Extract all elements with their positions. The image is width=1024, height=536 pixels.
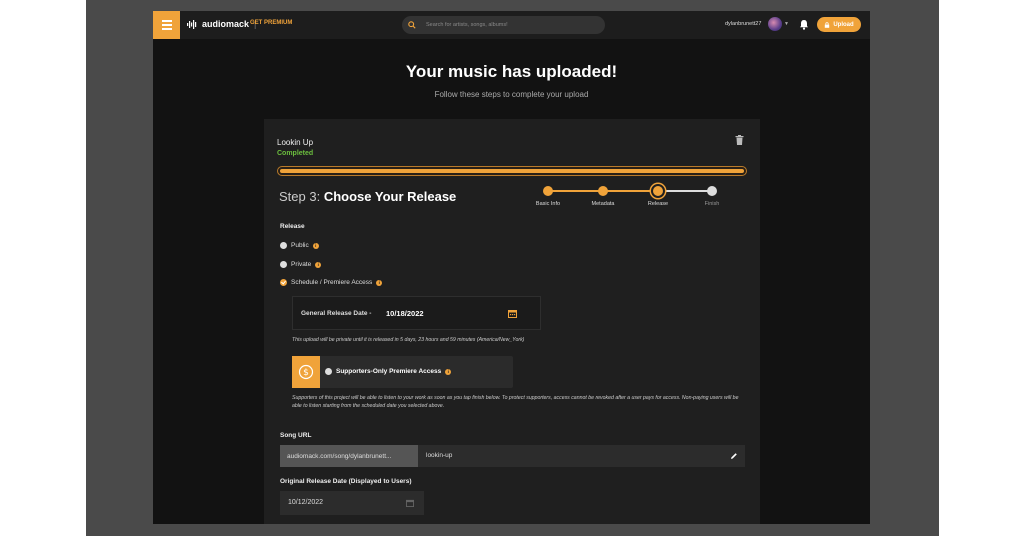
hamburger-icon bbox=[161, 19, 172, 31]
stepper-line bbox=[603, 190, 658, 192]
dollar-coin-icon: $ bbox=[298, 364, 314, 380]
search-icon bbox=[408, 21, 416, 29]
step-label: Finish bbox=[704, 201, 720, 207]
private-radio[interactable] bbox=[280, 261, 287, 268]
step-dot-finish[interactable] bbox=[707, 186, 717, 196]
general-release-date-input[interactable]: 10/18/2022 bbox=[386, 309, 424, 318]
step-label: Metadata bbox=[591, 201, 615, 207]
public-label: Public bbox=[291, 242, 309, 249]
upload-progress-bar bbox=[277, 166, 747, 176]
step-dot-release[interactable] bbox=[651, 184, 665, 198]
info-icon[interactable]: i bbox=[376, 279, 383, 286]
track-name: Lookin Up bbox=[277, 138, 314, 147]
page-subtitle: Follow these steps to complete your uplo… bbox=[434, 90, 589, 99]
release-option-public[interactable]: Public i bbox=[280, 242, 319, 249]
bell-icon[interactable] bbox=[799, 19, 809, 30]
supporters-description: Supporters of this project will be able … bbox=[292, 395, 739, 410]
search-input[interactable]: Search for artists, songs, albums! bbox=[426, 22, 508, 28]
step-label: Release bbox=[647, 201, 669, 207]
lock-icon bbox=[825, 21, 830, 28]
top-nav: audiomack | GET PREMIUM Search for artis… bbox=[153, 11, 870, 39]
logo-text: audiomack bbox=[202, 19, 250, 29]
supporters-icon-box: $ bbox=[292, 356, 320, 388]
calendar-icon[interactable] bbox=[406, 499, 414, 507]
schedule-radio[interactable] bbox=[280, 279, 287, 286]
stepper-line bbox=[548, 190, 603, 192]
avatar[interactable] bbox=[768, 17, 782, 31]
waveform-icon bbox=[187, 19, 197, 29]
logo[interactable]: audiomack | bbox=[187, 19, 258, 29]
original-release-date-field[interactable]: 10/12/2022 bbox=[280, 491, 424, 515]
public-radio[interactable] bbox=[280, 242, 287, 249]
step-prefix: Step 3: bbox=[279, 189, 321, 204]
progress-fill bbox=[280, 169, 744, 173]
supporters-premiere-option[interactable]: $ Supporters-Only Premiere Access i bbox=[292, 356, 513, 388]
step-dot-metadata[interactable] bbox=[598, 186, 608, 196]
general-release-date-field[interactable]: General Release Date - 10/18/2022 bbox=[292, 296, 541, 330]
step-label: Basic Info bbox=[535, 201, 561, 207]
trash-icon[interactable] bbox=[735, 135, 744, 145]
original-release-date-input[interactable]: 10/12/2022 bbox=[288, 499, 323, 506]
page-title: Your music has uploaded! bbox=[405, 62, 618, 81]
supporters-option[interactable]: Supporters-Only Premiere Access i bbox=[325, 368, 452, 375]
release-option-schedule[interactable]: Schedule / Premiere Access i bbox=[280, 279, 383, 286]
song-url-slug-input[interactable]: lookin-up bbox=[426, 452, 452, 459]
info-icon[interactable]: i bbox=[445, 368, 452, 375]
chevron-down-icon[interactable]: ▼ bbox=[784, 21, 789, 27]
step-title: Step 3: Choose Your Release bbox=[279, 189, 456, 204]
upload-label: Upload bbox=[833, 21, 854, 28]
supporters-radio[interactable] bbox=[325, 368, 332, 375]
svg-text:$: $ bbox=[303, 368, 309, 378]
app-window: audiomack | GET PREMIUM Search for artis… bbox=[153, 11, 870, 524]
upload-button[interactable]: Upload bbox=[817, 17, 861, 32]
song-url-field[interactable]: audiomack.com/song/dylanbrunett... looki… bbox=[280, 445, 745, 467]
search-bar[interactable]: Search for artists, songs, albums! bbox=[402, 16, 605, 34]
calendar-icon[interactable] bbox=[508, 309, 517, 318]
schedule-label: Schedule / Premiere Access bbox=[291, 279, 373, 286]
original-release-label: Original Release Date (Displayed to User… bbox=[280, 478, 412, 485]
info-icon[interactable]: i bbox=[312, 242, 319, 249]
status-badge: Completed bbox=[277, 150, 314, 157]
supporters-label: Supporters-Only Premiere Access bbox=[336, 368, 442, 375]
info-icon[interactable]: i bbox=[315, 261, 322, 268]
step-name: Choose Your Release bbox=[323, 189, 457, 204]
step-dot-basic-info[interactable] bbox=[543, 186, 553, 196]
private-label: Private bbox=[291, 261, 312, 268]
get-premium-link[interactable]: GET PREMIUM bbox=[250, 20, 292, 26]
stepper-line bbox=[658, 190, 712, 192]
general-release-label: General Release Date - bbox=[301, 310, 372, 317]
upload-card: Lookin Up Completed Step 3: Choose Your … bbox=[264, 119, 760, 524]
pencil-icon[interactable] bbox=[730, 452, 738, 460]
release-option-private[interactable]: Private i bbox=[280, 261, 322, 268]
private-until-note: This upload will be private until it is … bbox=[292, 337, 525, 343]
username[interactable]: dylanbrunett27 bbox=[725, 21, 761, 27]
song-url-label: Song URL bbox=[280, 432, 312, 439]
release-heading: Release bbox=[280, 223, 305, 230]
menu-button[interactable] bbox=[153, 11, 180, 39]
song-url-prefix: audiomack.com/song/dylanbrunett... bbox=[280, 445, 418, 467]
progress-stepper: Basic Info Metadata Release Finish bbox=[529, 184, 729, 214]
